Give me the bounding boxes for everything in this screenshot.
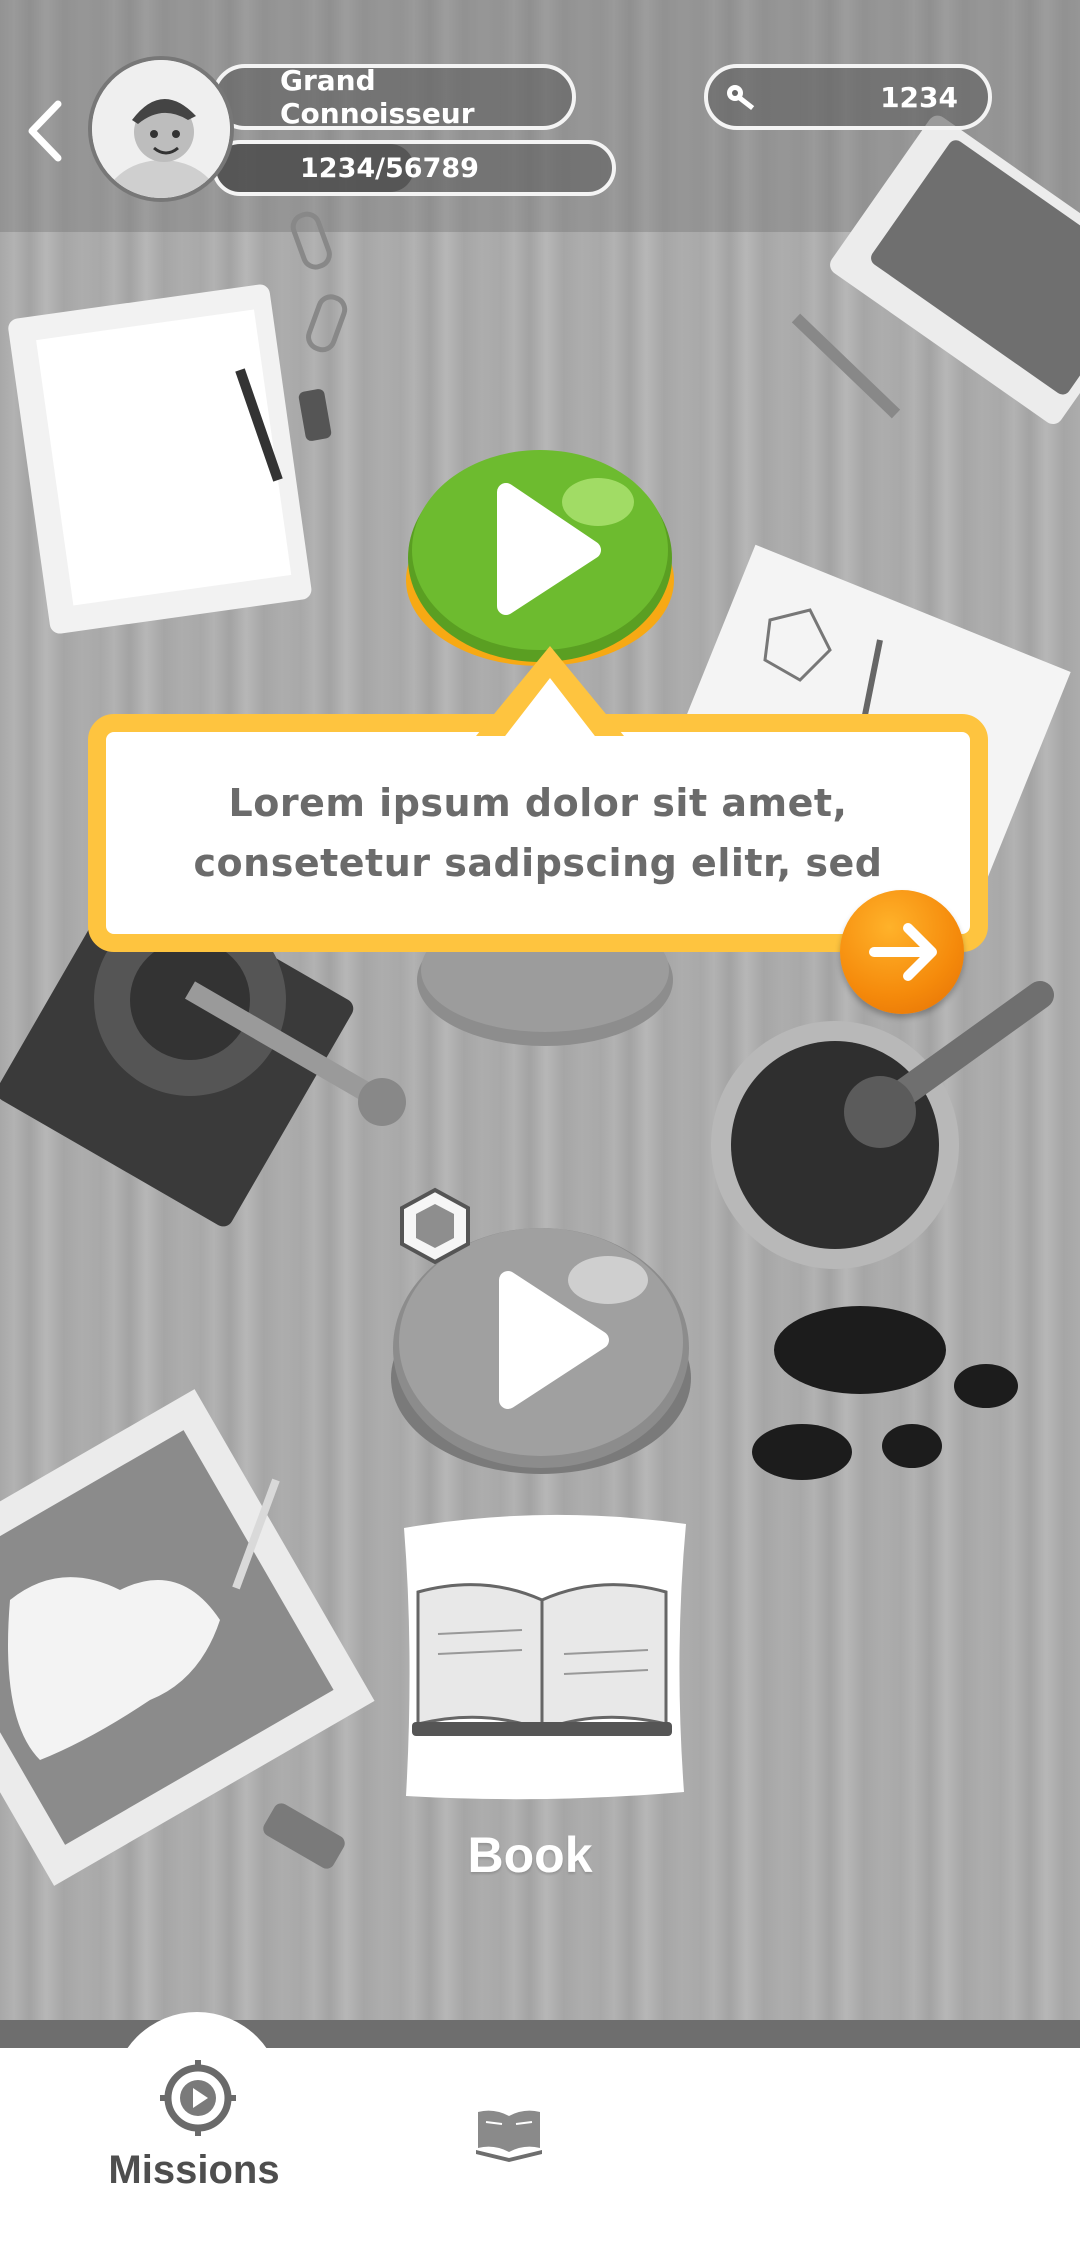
chevron-left-icon — [28, 100, 62, 162]
game-board: Grand Connoisseur 1234/56789 1234 Lorem … — [0, 0, 1080, 2244]
tooltip-next-button[interactable] — [840, 890, 964, 1014]
player-avatar[interactable] — [88, 56, 234, 202]
player-title-pill: Grand Connoisseur — [212, 64, 576, 130]
notepad-icon — [8, 284, 312, 634]
gem-icon — [400, 1187, 470, 1265]
open-book-icon — [412, 1583, 672, 1736]
eraser-icon — [263, 1803, 345, 1869]
avatar-icon — [92, 60, 230, 198]
key-icon — [727, 85, 755, 111]
tooltip-line-1: Lorem ipsum dolor sit amet, — [228, 781, 848, 825]
compass-play-icon — [160, 2060, 236, 2136]
binder-clip-icon — [298, 389, 332, 441]
tab-missions[interactable] — [160, 2060, 236, 2136]
paperclip-icon — [290, 211, 332, 270]
xp-text: 1234/56789 — [300, 152, 479, 184]
level-play-button-active[interactable] — [402, 430, 678, 670]
books-stack-icon — [791, 115, 1080, 425]
coffee-bowl-icon — [711, 981, 1054, 1269]
tab-book[interactable] — [474, 2104, 544, 2162]
tab-missions-label[interactable]: Missions — [104, 2148, 284, 2193]
xp-progress-bar: 1234/56789 — [212, 140, 616, 196]
book-card-label: Book — [467, 1827, 593, 1883]
back-button[interactable] — [22, 98, 72, 164]
keys-counter: 1234 — [704, 64, 992, 130]
coal-rocks-icon — [752, 1306, 1018, 1480]
tooltip-pointer — [476, 646, 624, 736]
open-book-icon — [476, 2110, 542, 2162]
tooltip-line-2: consetetur sadipscing elitr, sed — [193, 841, 883, 885]
arrow-right-icon — [869, 923, 937, 981]
book-card[interactable] — [394, 1504, 692, 1806]
player-title: Grand Connoisseur — [280, 64, 475, 130]
world-map-icon — [0, 1389, 375, 1886]
paperclip-icon — [306, 294, 348, 353]
keys-count: 1234 — [880, 80, 958, 114]
